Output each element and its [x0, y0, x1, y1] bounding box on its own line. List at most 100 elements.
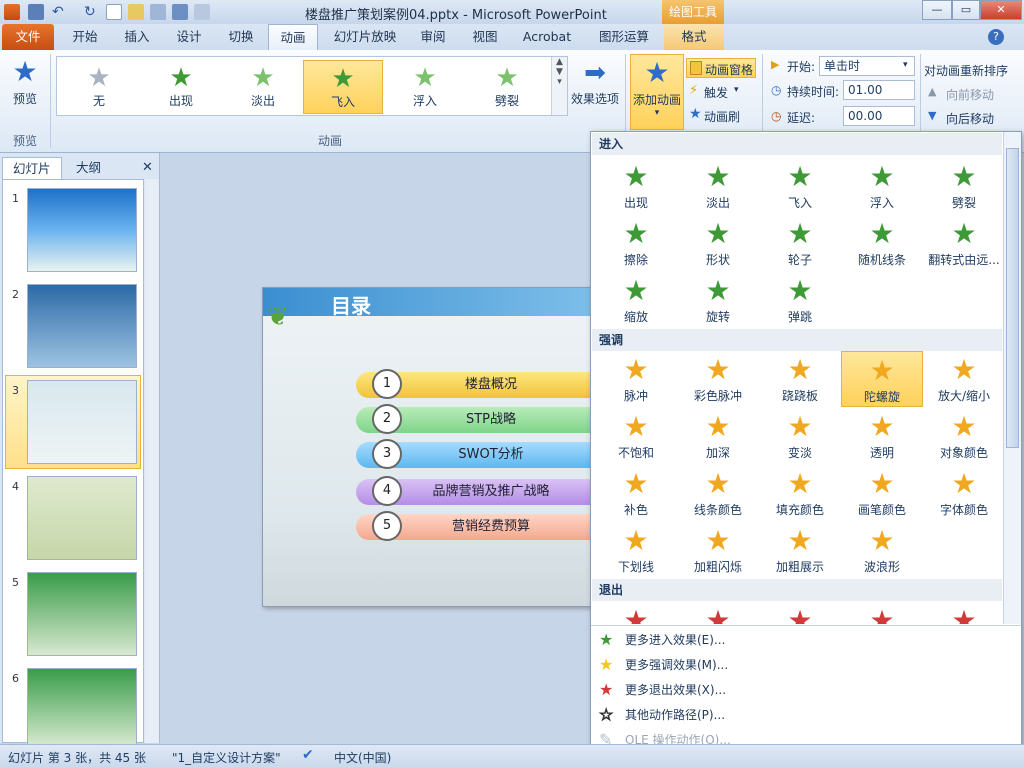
emphasis-effect[interactable]: ★ 下划线 — [595, 522, 677, 578]
tab-home[interactable]: 开始 — [62, 24, 108, 50]
emphasis-effect[interactable]: ★ 不饱和 — [595, 408, 677, 464]
entrance-effect[interactable]: ★ 淡出 — [677, 158, 759, 214]
gallery-item-fly-in[interactable]: ★ 飞入 — [303, 60, 383, 114]
emphasis-effect[interactable]: ★ 线条颜色 — [677, 465, 759, 521]
animation-painter-button[interactable]: ★ 动画刷 — [686, 106, 756, 126]
slide-thumbnail-3[interactable] — [27, 380, 137, 464]
tab-acrobat[interactable]: Acrobat — [514, 24, 580, 50]
emphasis-effect[interactable]: ★ 加粗展示 — [759, 522, 841, 578]
help-icon[interactable]: ? — [988, 29, 1004, 45]
more-motion-paths[interactable]: ☆ 其他动作路径(P)... — [593, 703, 1001, 727]
emphasis-effect[interactable]: ★ 波浪形 — [841, 522, 923, 578]
spell-check-icon[interactable] — [172, 4, 188, 20]
exit-effect[interactable]: ★ — [923, 602, 1003, 624]
toc-item[interactable]: 4 品牌营销及推广战略 — [356, 476, 606, 506]
emphasis-effect[interactable]: ★ 脉冲 — [595, 351, 677, 407]
entrance-effect[interactable]: ★ 浮入 — [841, 158, 923, 214]
emphasis-effect[interactable]: ★ 字体颜色 — [923, 465, 1003, 521]
gallery-item-appear[interactable]: ★ 出现 — [141, 60, 221, 114]
move-earlier-button[interactable]: ▲ 向前移动 — [928, 84, 1018, 104]
emphasis-effect[interactable]: ★ 放大/缩小 — [923, 351, 1003, 407]
emphasis-effect[interactable]: ★ 填充颜色 — [759, 465, 841, 521]
scrollbar-thumb[interactable] — [1006, 148, 1019, 448]
tab-review[interactable]: 审阅 — [410, 24, 456, 50]
tab-animations[interactable]: 动画 — [268, 24, 318, 50]
entrance-effect[interactable]: ★ 出现 — [595, 158, 677, 214]
emphasis-effect[interactable]: ★ 对象颜色 — [923, 408, 1003, 464]
add-animation-button[interactable]: ★ 添加动画 ▾ — [630, 54, 684, 130]
pane-close-icon[interactable]: ✕ — [142, 160, 153, 175]
slide[interactable]: 目录 ❦ 1 楼盘概况 2 STP战略 3 SWOT分析 4 品牌营销及推广战略 5 营销… — [262, 287, 606, 607]
emphasis-effect[interactable]: ★ 跷跷板 — [759, 351, 841, 407]
tab-file[interactable]: 文件 — [2, 24, 54, 50]
emphasis-effect[interactable]: ★ 变淡 — [759, 408, 841, 464]
emphasis-effect[interactable]: ★ 透明 — [841, 408, 923, 464]
entrance-effect[interactable]: ★ 擦除 — [595, 215, 677, 271]
zoom-icon[interactable] — [194, 4, 210, 20]
tab-format[interactable]: 格式 — [664, 24, 724, 50]
delay-input[interactable]: 00.00 — [843, 106, 915, 126]
tab-design[interactable]: 设计 — [166, 24, 212, 50]
preview-button[interactable]: ★ 预览 — [4, 54, 46, 124]
start-select[interactable]: 单击时 — [819, 56, 915, 76]
pane-scrollbar[interactable] — [145, 179, 159, 743]
open-icon[interactable] — [128, 4, 144, 20]
entrance-effect[interactable]: ★ 飞入 — [759, 158, 841, 214]
emphasis-effect[interactable]: ★ 陀螺旋 — [841, 351, 923, 407]
entrance-effect[interactable]: ★ 弹跳 — [759, 272, 841, 328]
slide-thumbnail-2[interactable] — [27, 284, 137, 368]
toc-item[interactable]: 2 STP战略 — [356, 404, 606, 434]
tab-slideshow[interactable]: 幻灯片放映 — [326, 24, 404, 50]
more-exit-effects[interactable]: ★ 更多退出效果(X)... — [593, 678, 1001, 702]
tab-insert[interactable]: 插入 — [114, 24, 160, 50]
toc-item[interactable]: 5 营销经费预算 — [356, 511, 606, 541]
restore-button[interactable]: ▭ — [952, 0, 980, 20]
theme-name[interactable]: "1_自定义设计方案" — [172, 749, 281, 766]
close-button[interactable]: ✕ — [980, 0, 1022, 20]
tab-shape-ops[interactable]: 图形运算 — [590, 24, 658, 50]
language[interactable]: 中文(中国) — [334, 749, 391, 766]
emphasis-effect[interactable]: ★ 彩色脉冲 — [677, 351, 759, 407]
gallery-item-none[interactable]: ★ 无 — [59, 60, 139, 114]
redo-icon[interactable]: ↻ — [84, 4, 100, 20]
save-icon[interactable] — [28, 4, 44, 20]
gallery-scroll[interactable]: ▲ ▼ ▾ — [551, 57, 567, 115]
emphasis-effect[interactable]: ★ 加深 — [677, 408, 759, 464]
trigger-button[interactable]: ⚡ 触发 ▾ — [686, 82, 756, 102]
slide-thumbnail-1[interactable] — [27, 188, 137, 272]
emphasis-effect[interactable]: ★ 加粗闪烁 — [677, 522, 759, 578]
minimize-button[interactable]: — — [922, 0, 952, 20]
emphasis-effect[interactable]: ★ 补色 — [595, 465, 677, 521]
animation-pane-button[interactable]: 动画窗格 — [686, 58, 756, 78]
dropdown-scrollbar[interactable] — [1003, 132, 1021, 624]
duration-input[interactable]: 01.00 — [843, 80, 915, 100]
entrance-effect[interactable]: ★ 翻转式由远... — [923, 215, 1003, 271]
effect-options-button[interactable]: ➡ 效果选项 — [568, 56, 622, 126]
tab-view[interactable]: 视图 — [462, 24, 508, 50]
slide-thumbnail-5[interactable] — [27, 572, 137, 656]
entrance-effect[interactable]: ★ 轮子 — [759, 215, 841, 271]
entrance-effect[interactable]: ★ 随机线条 — [841, 215, 923, 271]
toc-item[interactable]: 1 楼盘概况 — [356, 369, 606, 399]
print-preview-icon[interactable] — [150, 4, 166, 20]
gallery-item-float-in[interactable]: ★ 浮入 — [385, 60, 465, 114]
entrance-effect[interactable]: ★ 劈裂 — [923, 158, 1003, 214]
slide-thumbnail-4[interactable] — [27, 476, 137, 560]
gallery-item-split[interactable]: ★ 劈裂 — [467, 60, 547, 114]
entrance-effect[interactable]: ★ 旋转 — [677, 272, 759, 328]
move-later-button[interactable]: ▼ 向后移动 — [928, 108, 1018, 128]
exit-effect[interactable]: ★ — [759, 602, 841, 624]
emphasis-effect[interactable]: ★ 画笔颜色 — [841, 465, 923, 521]
undo-icon[interactable]: ↶ — [52, 4, 68, 20]
toc-item[interactable]: 3 SWOT分析 — [356, 439, 606, 469]
tab-outline[interactable]: 大纲 — [66, 157, 111, 179]
exit-effect[interactable]: ★ — [677, 602, 759, 624]
new-icon[interactable] — [106, 4, 122, 20]
gallery-item-fade[interactable]: ★ 淡出 — [223, 60, 303, 114]
entrance-effect[interactable]: ★ 形状 — [677, 215, 759, 271]
spell-check-icon[interactable]: ✔ — [302, 747, 314, 763]
tab-slides[interactable]: 幻灯片 — [2, 157, 62, 179]
entrance-effect[interactable]: ★ 缩放 — [595, 272, 677, 328]
exit-effect[interactable]: ★ — [595, 602, 677, 624]
exit-effect[interactable]: ★ — [841, 602, 923, 624]
